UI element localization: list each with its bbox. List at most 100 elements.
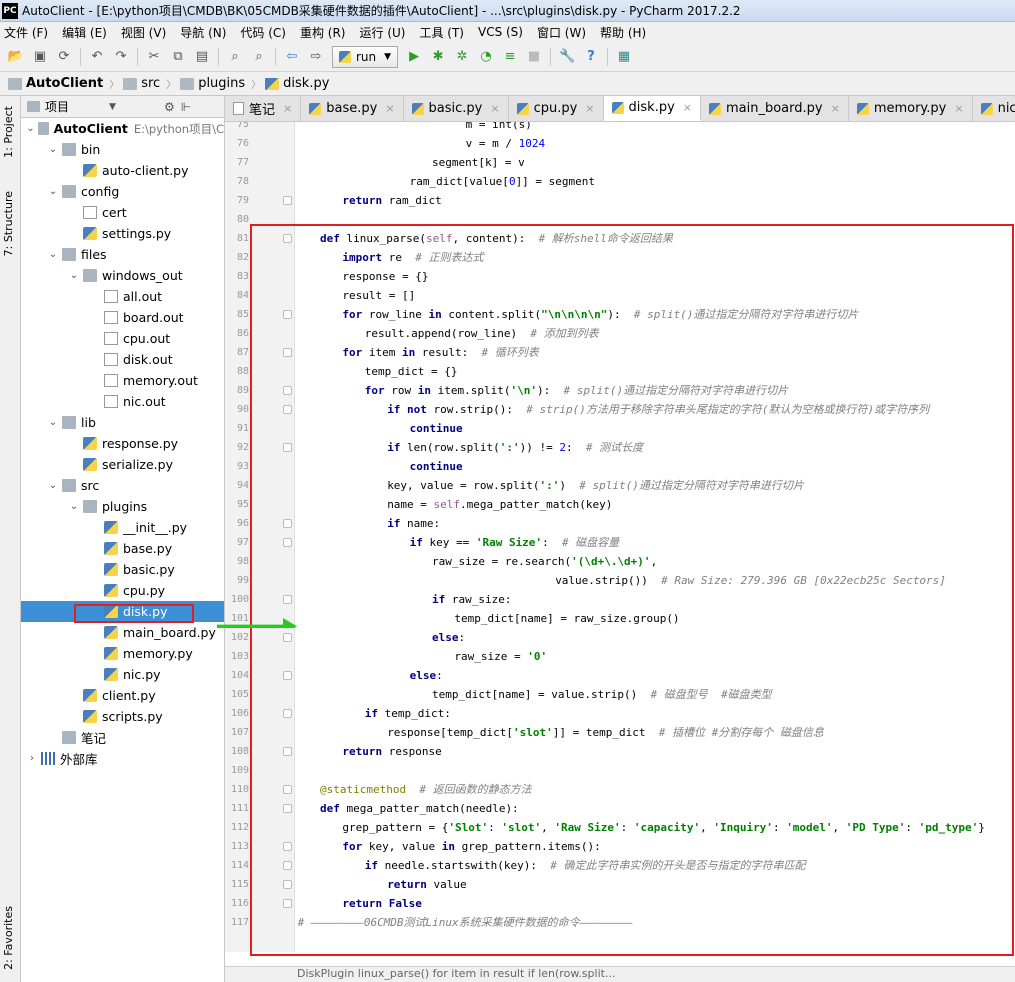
close-icon[interactable]: × [831,102,840,115]
tree-item[interactable]: ⌄ files [21,244,224,265]
tree-item[interactable]: nic.out [21,391,224,412]
fold-marker-icon[interactable] [283,709,292,718]
forward-icon[interactable]: ⇨ [307,48,325,66]
save-icon[interactable]: ▣ [31,48,49,66]
fold-marker-icon[interactable] [283,842,292,851]
menu-item[interactable]: 编辑 (E) [62,24,107,41]
fold-marker-icon[interactable] [283,519,292,528]
tree-item[interactable]: ⌄ AutoClient E:\python项目\C [21,118,224,139]
tree-item[interactable]: memory.out [21,370,224,391]
chevron-down-icon[interactable]: ⌄ [46,186,60,197]
tree-item[interactable]: ⌄ lib [21,412,224,433]
settings-icon[interactable]: 🔧 [558,48,576,66]
undo-icon[interactable]: ↶ [88,48,106,66]
breadcrumb-item[interactable]: src 〉 [123,76,176,91]
chevron-right-icon[interactable]: › [25,753,39,764]
chevron-down-icon[interactable]: ⌄ [25,123,36,134]
open-folder-icon[interactable]: 📂 [7,48,25,66]
tree-item[interactable]: base.py [21,538,224,559]
tree-item[interactable]: main_board.py [21,622,224,643]
tree-item[interactable]: ⌄ src [21,475,224,496]
favorites-tool-tab[interactable]: 2: Favorites [2,906,15,970]
tree-item[interactable]: serialize.py [21,454,224,475]
tree-item[interactable]: nic.py [21,664,224,685]
editor-tab[interactable]: main_board.py × [700,96,849,121]
menu-item[interactable]: 窗口 (W) [537,24,586,41]
chevron-down-icon[interactable]: ⌄ [46,480,60,491]
structure-tool-tab[interactable]: 7: Structure [2,191,15,256]
fold-marker-icon[interactable] [283,861,292,870]
menu-item[interactable]: 帮助 (H) [600,24,646,41]
close-icon[interactable]: × [385,102,394,115]
tree-item[interactable]: ⌄ plugins [21,496,224,517]
cut-icon[interactable]: ✂ [145,48,163,66]
fold-marker-icon[interactable] [283,880,292,889]
profile-icon[interactable]: ◔ [477,48,495,66]
menu-item[interactable]: 视图 (V) [121,24,166,41]
tree-item[interactable]: cpu.out [21,328,224,349]
chevron-down-icon[interactable]: ⌄ [46,417,60,428]
editor-tab[interactable]: basic.py × [403,96,509,121]
fold-marker-icon[interactable] [283,386,292,395]
gear-icon[interactable]: ⚙ [164,100,175,114]
tree-item[interactable]: ⌄ config [21,181,224,202]
chevron-down-icon[interactable]: ⌄ [67,501,81,512]
tree-item[interactable]: cpu.py [21,580,224,601]
close-icon[interactable]: × [585,102,594,115]
fold-marker-icon[interactable] [283,595,292,604]
breadcrumb-item[interactable]: AutoClient 〉 [8,76,119,91]
fold-marker-icon[interactable] [283,899,292,908]
fold-marker-icon[interactable] [283,310,292,319]
menu-item[interactable]: 运行 (U) [360,24,406,41]
close-icon[interactable]: × [283,102,292,115]
close-icon[interactable]: × [954,102,963,115]
editor-tab[interactable]: disk.py × [603,96,701,121]
tree-item[interactable]: ⌄ windows_out [21,265,224,286]
coverage-icon[interactable]: ✲ [453,48,471,66]
close-icon[interactable]: × [683,101,692,114]
fold-marker-icon[interactable] [283,538,292,547]
project-panel-title[interactable]: 项目 [45,98,69,115]
fold-marker-icon[interactable] [283,747,292,756]
chevron-down-icon[interactable]: ⌄ [46,144,60,155]
tree-item[interactable]: board.out [21,307,224,328]
menu-item[interactable]: 导航 (N) [180,24,226,41]
tree-item[interactable]: __init__.py [21,517,224,538]
debug-icon[interactable]: ✱ [429,48,447,66]
fold-marker-icon[interactable] [283,671,292,680]
fold-marker-icon[interactable] [283,785,292,794]
menu-item[interactable]: 重构 (R) [300,24,346,41]
tree-item[interactable]: disk.out [21,349,224,370]
paste-icon[interactable]: ▤ [193,48,211,66]
hide-panel-icon[interactable]: ⊩ [181,100,191,114]
close-icon[interactable]: × [490,102,499,115]
redo-icon[interactable]: ↷ [112,48,130,66]
fold-marker-icon[interactable] [283,234,292,243]
tree-item[interactable]: 笔记 [21,727,224,748]
chevron-down-icon[interactable]: ▼ [109,102,116,112]
tree-item[interactable]: scripts.py [21,706,224,727]
editor-tab[interactable]: nic.py× [972,96,1015,121]
copy-icon[interactable]: ⧉ [169,48,187,66]
tree-item[interactable]: auto-client.py [21,160,224,181]
replace-icon[interactable]: ⌕ [250,48,268,66]
tree-item[interactable]: ⌄ bin [21,139,224,160]
structure-tool-icon[interactable]: ▦ [615,48,633,66]
fold-marker-icon[interactable] [283,633,292,642]
tree-item[interactable]: basic.py [21,559,224,580]
run-icon[interactable]: ▶ [405,48,423,66]
editor-tab[interactable]: cpu.py × [508,96,604,121]
sync-icon[interactable]: ⟳ [55,48,73,66]
tree-item[interactable]: all.out [21,286,224,307]
tree-item[interactable]: response.py [21,433,224,454]
tree-item[interactable]: cert [21,202,224,223]
tree-item[interactable]: › 外部库 [21,748,224,769]
tree-item[interactable]: client.py [21,685,224,706]
menu-item[interactable]: VCS (S) [478,25,523,39]
fold-marker-icon[interactable] [283,443,292,452]
fold-marker-icon[interactable] [283,348,292,357]
concurrency-icon[interactable]: ≡ [501,48,519,66]
breadcrumb-item[interactable]: plugins 〉 [180,76,261,91]
breadcrumb-item[interactable]: disk.py [265,76,329,91]
editor-tab[interactable]: base.py × [301,96,404,121]
